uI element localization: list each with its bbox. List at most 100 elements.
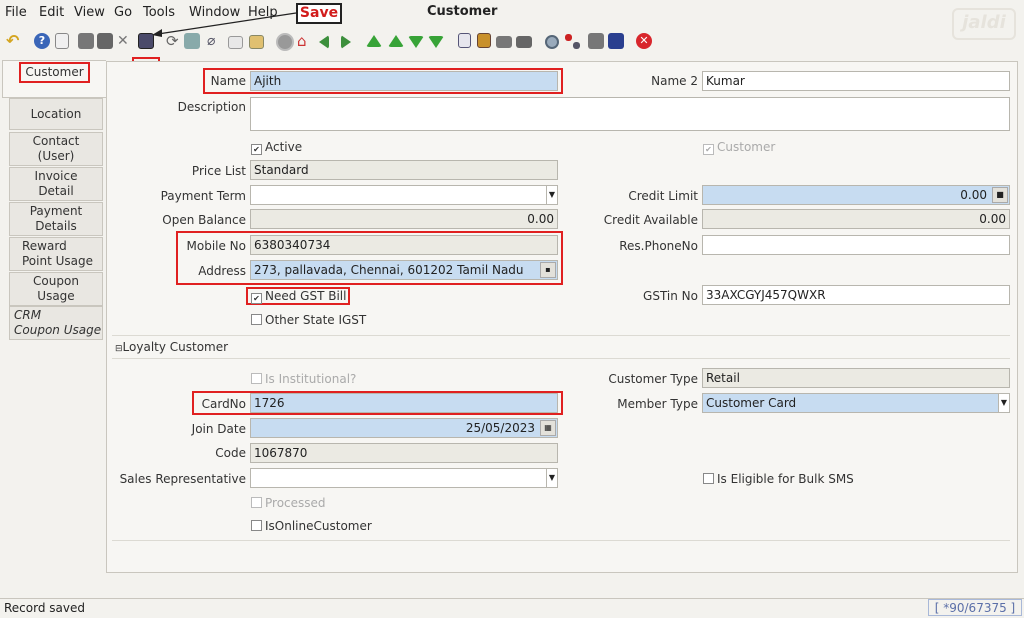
- active-checkbox[interactable]: ✔ Active: [251, 140, 302, 155]
- description-input[interactable]: [250, 97, 1010, 131]
- report-icon[interactable]: [458, 33, 471, 48]
- creditlimit-label: Credit Limit: [628, 189, 698, 203]
- save-icon[interactable]: [138, 33, 154, 49]
- isonline-checkbox[interactable]: IsOnlineCustomer: [251, 519, 372, 533]
- tab-payment-label-1: Payment: [29, 204, 83, 218]
- copy-icon[interactable]: [78, 33, 94, 49]
- tab-payment-details[interactable]: Payment Details: [9, 202, 103, 236]
- account-info-icon[interactable]: [608, 33, 624, 49]
- find-icon[interactable]: [184, 33, 200, 49]
- customer-form-panel: [106, 61, 1018, 573]
- next-icon[interactable]: [341, 35, 351, 49]
- tab-customer[interactable]: Customer: [2, 60, 106, 98]
- undo-icon[interactable]: ↶: [6, 33, 22, 49]
- tab-location[interactable]: Location: [9, 98, 103, 130]
- last-record-icon[interactable]: [428, 36, 444, 48]
- salesrep-select[interactable]: ▼: [250, 468, 558, 488]
- code-label: Code: [215, 446, 246, 460]
- loyalty-section[interactable]: ⊟Loyalty Customer: [112, 335, 1010, 359]
- resphone-input[interactable]: [702, 235, 1010, 255]
- description-label: Description: [177, 100, 246, 114]
- membertype-label: Member Type: [617, 397, 698, 411]
- archive-icon[interactable]: [477, 33, 491, 48]
- calculator-icon[interactable]: ■: [992, 187, 1008, 203]
- next-record-icon[interactable]: [408, 36, 424, 48]
- menu-view[interactable]: View: [74, 5, 105, 20]
- customer-checkbox: ✔ Customer: [703, 140, 775, 155]
- institutional-checkbox: Is Institutional?: [251, 372, 356, 386]
- membertype-select[interactable]: Customer Card ▼: [702, 393, 1010, 413]
- new-icon[interactable]: [55, 33, 69, 49]
- menu-edit[interactable]: Edit: [39, 5, 64, 20]
- previous-record-icon[interactable]: [388, 35, 404, 47]
- refresh-icon[interactable]: ⟳: [166, 33, 182, 49]
- status-bar: Record saved [ *90/67375 ]: [0, 598, 1024, 618]
- chevron-down-icon[interactable]: ▼: [546, 469, 557, 487]
- openbalance-label: Open Balance: [162, 213, 246, 227]
- chevron-down-icon[interactable]: ▼: [546, 186, 557, 204]
- zoom-across-icon[interactable]: [545, 35, 559, 49]
- bulksms-checkbox[interactable]: Is Eligible for Bulk SMS: [703, 472, 854, 486]
- customertype-field: Retail: [702, 368, 1010, 388]
- joindate-input[interactable]: 25/05/2023 ▦: [250, 418, 558, 438]
- creditlimit-value: 0.00: [960, 188, 987, 202]
- save-callout: Save: [296, 3, 342, 24]
- attachment-icon[interactable]: ⌀: [207, 33, 223, 49]
- delete-icon[interactable]: [97, 33, 113, 49]
- menu-go[interactable]: Go: [114, 5, 132, 20]
- address-input[interactable]: 273, pallavada, Chennai, 601202 Tamil Na…: [250, 260, 558, 280]
- name2-input[interactable]: Kumar: [702, 71, 1010, 91]
- print-preview-icon[interactable]: [496, 36, 512, 48]
- tab-invoice-label-1: Invoice: [34, 169, 78, 183]
- tab-reward-point-usage[interactable]: Reward Point Usage: [9, 237, 103, 271]
- gstin-input[interactable]: 33AXCGYJ457QWXR: [702, 285, 1010, 305]
- needgst-checkbox[interactable]: ✔ Need GST Bill: [251, 289, 346, 304]
- home-icon[interactable]: ⌂: [297, 33, 313, 49]
- loyalty-section-label: Loyalty Customer: [122, 340, 229, 354]
- cardno-label: CardNo: [201, 397, 246, 411]
- tab-invoice-detail[interactable]: Invoice Detail: [9, 167, 103, 201]
- location-picker-icon[interactable]: ▪: [540, 262, 556, 278]
- name2-label: Name 2: [651, 74, 698, 88]
- address-label: Address: [198, 264, 246, 278]
- product-info-icon[interactable]: [588, 33, 604, 49]
- previous-icon[interactable]: [319, 35, 329, 49]
- chevron-down-icon[interactable]: ▼: [998, 394, 1009, 412]
- loyalty-section-header[interactable]: ⊟Loyalty Customer: [115, 340, 228, 354]
- creditlimit-input[interactable]: 0.00 ■: [702, 185, 1010, 205]
- name-label: Name: [210, 74, 246, 88]
- needgst-label: Need GST Bill: [265, 289, 347, 303]
- menu-file[interactable]: File: [5, 5, 27, 20]
- close-icon[interactable]: ✕: [636, 33, 652, 49]
- tab-coupon-usage[interactable]: Coupon Usage: [9, 272, 103, 306]
- print-icon[interactable]: [516, 36, 532, 48]
- chat-icon[interactable]: [228, 36, 243, 49]
- otherstate-checkbox[interactable]: Other State IGST: [251, 313, 366, 327]
- cardno-input[interactable]: 1726: [250, 393, 558, 413]
- workflow-icon[interactable]: [565, 34, 572, 41]
- status-message: Record saved: [4, 601, 85, 615]
- name-input[interactable]: Ajith: [250, 71, 558, 91]
- tab-coupon-label-2: Usage: [37, 289, 75, 303]
- record-count[interactable]: [ *90/67375 ]: [928, 599, 1022, 616]
- mobile-input[interactable]: 6380340734: [250, 235, 558, 255]
- first-record-icon[interactable]: [366, 35, 382, 47]
- delete-selection-icon[interactable]: ✕: [117, 33, 133, 49]
- processed-checkbox: Processed: [251, 496, 326, 510]
- tab-contact-label-2: (User): [37, 149, 75, 163]
- lock-icon[interactable]: [276, 33, 294, 51]
- active-check-icon: ✔: [251, 144, 262, 155]
- paymentterm-select[interactable]: ▼: [250, 185, 558, 205]
- collapse-icon[interactable]: ⊟: [115, 344, 123, 354]
- history-icon[interactable]: [249, 35, 264, 49]
- form-divider: [112, 540, 1010, 541]
- tab-customer-label: Customer: [19, 61, 90, 83]
- help-icon[interactable]: ?: [34, 33, 50, 49]
- creditavailable-label: Credit Available: [603, 213, 698, 227]
- tab-invoice-label-2: Detail: [38, 184, 74, 198]
- tab-crm-coupon-usage[interactable]: CRM Coupon Usage: [9, 306, 103, 340]
- tab-contact[interactable]: Contact (User): [9, 132, 103, 166]
- institutional-check-icon: [251, 373, 262, 384]
- bulksms-label: Is Eligible for Bulk SMS: [717, 472, 854, 486]
- calendar-icon[interactable]: ▦: [540, 420, 556, 436]
